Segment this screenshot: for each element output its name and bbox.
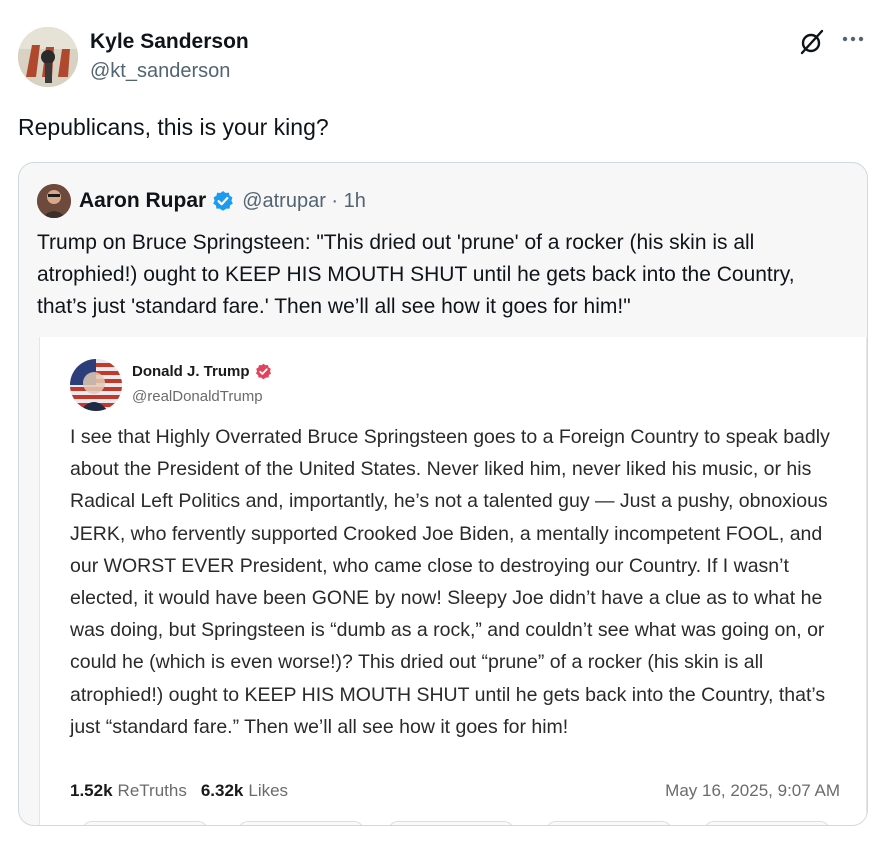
- retruths-count: 1.52k: [70, 781, 113, 800]
- likes-count: 6.32k: [200, 781, 244, 800]
- grok-icon[interactable]: [798, 28, 826, 56]
- verified-icon: [213, 191, 233, 211]
- author-name[interactable]: Kyle Sanderson: [90, 30, 249, 54]
- embed-stats: 1.52k ReTruths 6.32k Likes: [70, 781, 302, 801]
- quoted-text: Trump on Bruce Springsteen: "This dried …: [37, 231, 795, 318]
- quoted-handle-time: @atrupar · 1h: [242, 189, 366, 212]
- quoted-tweet[interactable]: Aaron Rupar @atrupar · 1h Trump on Bruce…: [18, 162, 868, 826]
- embed-action-button: [238, 821, 364, 825]
- tweet: Kyle Sanderson @kt_sanderson Republicans…: [0, 0, 882, 850]
- quoted-author-name[interactable]: Aaron Rupar: [79, 189, 206, 213]
- embed-handle: @realDonaldTrump: [132, 388, 263, 405]
- embed-action-button: [388, 821, 514, 825]
- embed-author-name: Donald J. Trump: [132, 363, 272, 380]
- quoted-header: Aaron Rupar @atrupar · 1h: [37, 183, 366, 219]
- embed-avatar: [70, 359, 122, 411]
- embedded-post-image: Donald J. Trump @realDonaldTrump I see t…: [39, 337, 867, 825]
- avatar[interactable]: [18, 27, 78, 87]
- retruths-label: ReTruths: [117, 781, 187, 800]
- embed-author-label: Donald J. Trump: [132, 363, 250, 380]
- more-icon[interactable]: [840, 26, 866, 52]
- embed-text: I see that Highly Overrated Bruce Spring…: [70, 426, 830, 738]
- embed-action-button: [82, 821, 208, 825]
- tweet-text: Republicans, this is your king?: [18, 114, 329, 140]
- embed-action-button: [546, 821, 672, 825]
- embed-action-button: [704, 821, 830, 825]
- quoted-avatar[interactable]: [37, 184, 71, 218]
- embed-date: May 16, 2025, 9:07 AM: [665, 781, 840, 800]
- likes-label: Likes: [248, 781, 289, 800]
- truth-verified-icon: [255, 363, 271, 380]
- author-handle[interactable]: @kt_sanderson: [90, 60, 230, 83]
